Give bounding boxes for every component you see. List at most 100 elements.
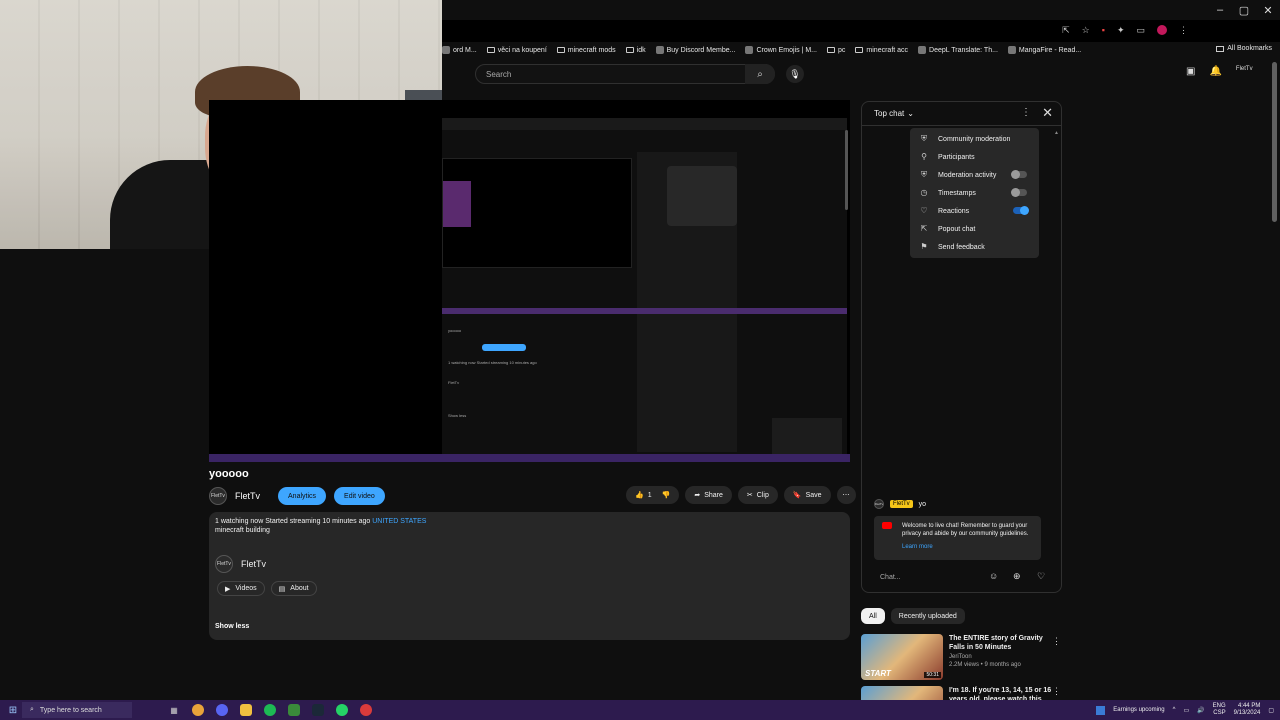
bookmark-item[interactable]: věci na koupení — [486, 47, 547, 54]
puzzle-icon[interactable]: ✦ — [1117, 25, 1125, 36]
menu-item-send-feedback[interactable]: ⚑ Send feedback — [910, 238, 1039, 256]
bookmark-item[interactable]: DeepL Translate: Th... — [918, 46, 998, 54]
edit-video-button[interactable]: Edit video — [334, 487, 385, 505]
close-window-button[interactable]: ✕ — [1256, 0, 1280, 20]
stream-start: Started streaming 10 minutes ago — [265, 518, 371, 525]
share-button[interactable]: ➦ Share — [685, 486, 732, 504]
save-button[interactable]: 🔖 Save — [783, 486, 831, 504]
menu-item-moderation-activity[interactable]: ⛨ Moderation activity — [910, 166, 1039, 184]
bookmark-item[interactable]: Buy Discord Membe... — [655, 46, 735, 54]
chrome-icon[interactable] — [192, 704, 204, 716]
recommendation-item[interactable]: I'm 18. If you're 13, 14, 15 or 16 years… — [861, 686, 1059, 700]
video-thumbnail[interactable]: START 50:31 — [861, 634, 943, 680]
add-icon[interactable]: ⊕ — [1013, 571, 1021, 582]
recommendation-title[interactable]: I'm 18. If you're 13, 14, 15 or 16 years… — [949, 686, 1059, 700]
like-button[interactable]: 👍 1 👎 — [626, 486, 680, 504]
scroll-up-icon[interactable]: ▲ — [1054, 130, 1059, 136]
menu-item-community-moderation[interactable]: ⛨ Community moderation — [910, 130, 1039, 148]
account-avatar[interactable]: FletTv — [1236, 66, 1253, 77]
search-input[interactable]: Search — [475, 64, 775, 84]
steam-icon[interactable] — [312, 704, 324, 716]
description-channel[interactable]: FletTv FletTv — [215, 555, 266, 573]
discord-icon[interactable] — [216, 704, 228, 716]
extension-icon[interactable]: ▪ — [1102, 25, 1105, 36]
more-options-icon[interactable]: ⋮ — [1052, 686, 1061, 697]
chat-input[interactable]: Chat... — [874, 570, 994, 584]
videos-button[interactable]: ▶ Videos — [217, 581, 265, 596]
clock-date: 9/13/2024 — [1233, 710, 1261, 716]
bookmarks-bar: ord M... věci na koupení minecraft mods idk… — [442, 42, 1280, 58]
create-icon[interactable]: ▣ — [1186, 66, 1195, 77]
whatsapp-icon[interactable] — [336, 704, 348, 716]
location-link[interactable]: UNITED STATES — [372, 518, 426, 525]
description-box[interactable]: 1 watching now Started streaming 10 minu… — [209, 512, 850, 640]
heart-icon[interactable]: ♡ — [1037, 571, 1045, 582]
emoji-icon[interactable]: ☺ — [989, 571, 998, 581]
more-options-icon[interactable]: ⋮ — [1052, 636, 1061, 647]
channel-avatar[interactable]: FletTv — [209, 487, 227, 505]
clock[interactable]: 4:44 PM 9/13/2024 — [1234, 703, 1261, 717]
video-thumbnail[interactable] — [861, 686, 943, 700]
toggle-switch[interactable] — [1013, 206, 1029, 215]
bookmark-item[interactable]: minecraft mods — [556, 47, 616, 54]
bookmark-item[interactable]: Crown Emojis | M... — [745, 46, 817, 54]
notification-icon[interactable]: ▢ — [1268, 707, 1274, 714]
minimize-button[interactable]: – — [1208, 0, 1232, 20]
chat-mode-selector[interactable]: Top chat — [874, 109, 904, 118]
about-button[interactable]: ▤ About — [270, 581, 317, 596]
learn-more-link[interactable]: Learn more — [902, 543, 1033, 551]
recommendation-item[interactable]: START 50:31 The ENTIRE story of Gravity … — [861, 634, 1059, 680]
close-icon[interactable]: ✕ — [1042, 105, 1053, 121]
menu-item-participants[interactable]: ⚲ Participants — [910, 148, 1039, 166]
recommendation-channel[interactable]: JeriToon — [949, 654, 1059, 660]
page-scrollbar[interactable] — [1272, 62, 1277, 222]
toggle-switch[interactable] — [1011, 188, 1027, 197]
maximize-button[interactable]: ▢ — [1232, 0, 1256, 20]
chat-menu-icon[interactable]: ⋮ — [1021, 107, 1031, 118]
menu-item-timestamps[interactable]: ◷ Timestamps — [910, 184, 1039, 202]
search-button[interactable]: ⌕ — [745, 64, 775, 84]
tab-all[interactable]: All — [861, 608, 885, 624]
menu-item-reactions[interactable]: ♡ Reactions — [910, 202, 1039, 220]
sidebar-icon[interactable]: ▭ — [1136, 25, 1145, 36]
taskbar-search[interactable]: ⌕ Type here to search — [22, 702, 132, 718]
masthead-icons: ▣ 🔔 FletTv — [1186, 66, 1253, 77]
earnings-widget[interactable]: Earnings upcoming — [1113, 707, 1164, 713]
clip-button[interactable]: ✂ Clip — [737, 486, 778, 504]
analytics-button[interactable]: Analytics — [278, 487, 327, 505]
menu-dots-icon[interactable]: ⋮ — [1179, 25, 1188, 36]
more-actions-button[interactable]: ⋯ — [836, 486, 856, 504]
menu-item-popout-chat[interactable]: ⇱ Popout chat — [910, 220, 1039, 238]
bookmark-item[interactable]: MangaFire - Read... — [1007, 46, 1081, 54]
windows-start-button[interactable]: ⊞ — [4, 700, 22, 720]
folder-icon — [1216, 45, 1225, 52]
recommendation-title[interactable]: The ENTIRE story of Gravity Falls in 50 … — [949, 634, 1059, 652]
chevron-down-icon[interactable]: ⌄ — [907, 109, 914, 118]
toggle-switch[interactable] — [1011, 170, 1027, 179]
bookmark-item[interactable]: minecraft acc — [855, 47, 908, 54]
show-less-button[interactable]: Show less — [215, 623, 249, 630]
all-bookmarks[interactable]: All Bookmarks — [1216, 45, 1272, 52]
chat-message-author[interactable]: FletTv — [890, 500, 913, 508]
obs-icon[interactable] — [360, 704, 372, 716]
file-explorer-icon[interactable] — [240, 704, 252, 716]
bookmark-item[interactable]: pc — [827, 47, 845, 54]
bell-icon[interactable]: 🔔 — [1209, 66, 1221, 77]
bookmark-item[interactable]: idk — [625, 47, 646, 54]
bookmark-item[interactable]: ord M... — [442, 46, 477, 54]
star-icon[interactable]: ☆ — [1082, 25, 1090, 36]
volume-icon[interactable]: 🔊 — [1197, 707, 1204, 714]
tab-recently-uploaded[interactable]: Recently uploaded — [890, 608, 965, 624]
thumbs-down-icon[interactable]: 👎 — [662, 491, 671, 499]
task-view-icon[interactable]: ▦ — [168, 704, 180, 716]
language-indicator[interactable]: ENG CSP — [1213, 703, 1226, 717]
profile-avatar[interactable] — [1157, 25, 1167, 35]
tray-up-icon[interactable]: ^ — [1173, 707, 1176, 713]
video-player[interactable]: yooooo 1 watching now Started streaming … — [209, 100, 850, 462]
share-page-icon[interactable]: ⇱ — [1062, 25, 1070, 36]
voice-search-button[interactable]: 🎙 — [786, 65, 804, 83]
spotify-icon[interactable] — [264, 704, 276, 716]
network-icon[interactable]: ▭ — [1183, 707, 1189, 714]
channel-name[interactable]: FletTv — [235, 491, 260, 501]
minecraft-icon[interactable] — [288, 704, 300, 716]
